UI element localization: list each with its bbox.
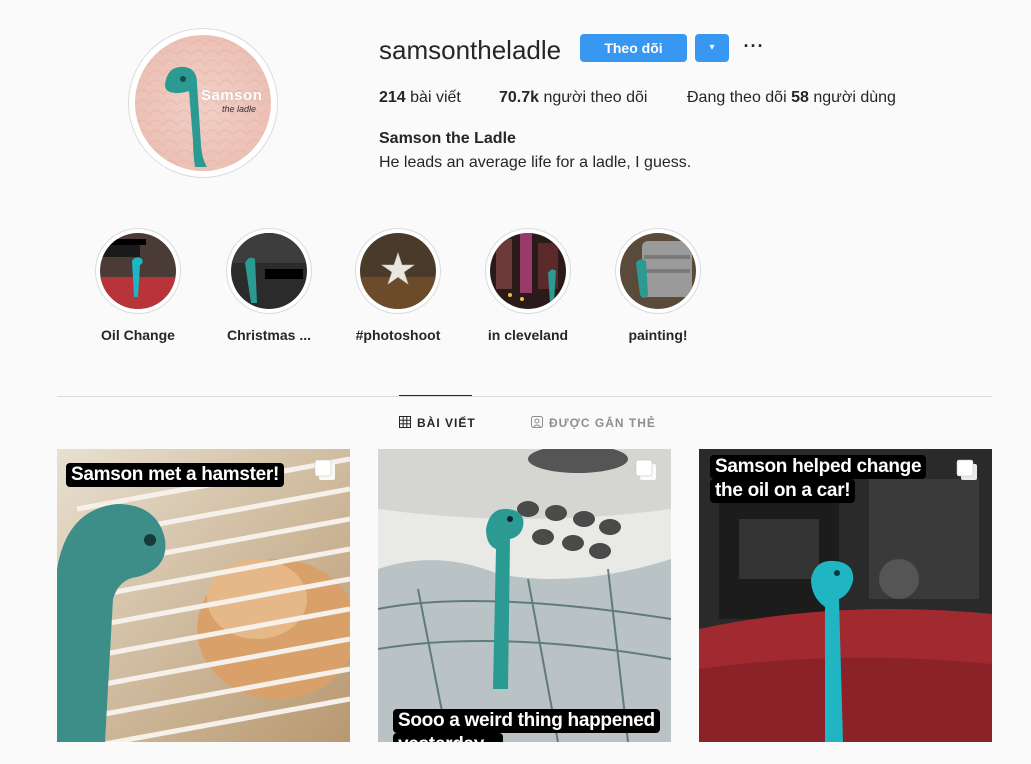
following-suffix: người dùng (813, 89, 896, 106)
followers-label: người theo dõi (543, 89, 648, 106)
tab-tagged[interactable]: ĐƯỢC GẮN THẺ (531, 414, 656, 432)
highlight-ring (355, 228, 441, 314)
full-name: Samson the Ladle (379, 130, 516, 147)
post-caption-line-2: the oil on a car! (710, 479, 856, 503)
tab-posts[interactable]: BÀI VIẾT (399, 414, 476, 432)
tabs-divider (57, 396, 992, 397)
avatar[interactable]: Samson the ladle (135, 35, 271, 171)
follow-button[interactable]: Theo dõi (580, 34, 687, 62)
posts-count-stat: 214 bài viết (379, 88, 461, 108)
carousel-icon (314, 459, 335, 480)
highlight-label: Oil Change (101, 327, 175, 343)
post-tile[interactable]: Samson met a hamster! (57, 449, 350, 742)
highlight-label: painting! (628, 327, 688, 343)
more-icon: ··· (743, 36, 765, 56)
highlight-ring (226, 228, 312, 314)
highlight-label: in cleveland (487, 327, 569, 343)
post-caption: Sooo a weird thing happened (393, 709, 660, 733)
active-tab-indicator (399, 395, 472, 396)
highlight-christmas[interactable]: Christmas ... (199, 228, 339, 344)
highlight-label: #photoshoot (355, 327, 441, 343)
post-caption: Samson helped change (710, 455, 927, 479)
tab-label: ĐƯỢC GẮN THẺ (549, 416, 656, 430)
highlight-painting[interactable]: painting! (588, 228, 728, 344)
carousel-icon (635, 459, 656, 480)
tab-label: BÀI VIẾT (417, 416, 476, 430)
highlight-cleveland[interactable]: in cleveland (458, 228, 598, 344)
grid-icon (399, 416, 411, 428)
highlight-ring (615, 228, 701, 314)
post-tile[interactable]: Sooo a weird thing happened yesterday... (378, 449, 671, 742)
posts-count: 214 (379, 89, 406, 106)
profile-page: Samson the ladle samsontheladle Theo dõi… (0, 0, 1031, 764)
highlight-oil-change[interactable]: Oil Change (68, 228, 208, 344)
more-options-button[interactable]: ··· (742, 34, 766, 62)
following-stat[interactable]: Đang theo dõi 58 người dùng (687, 88, 896, 108)
carousel-icon (956, 459, 977, 480)
posts-label: bài viết (410, 89, 461, 106)
avatar-title: Samson (201, 87, 263, 104)
suggestions-dropdown-button[interactable]: ▾ (695, 34, 729, 62)
post-caption-line-2: yesterday... (393, 733, 503, 742)
highlight-cleveland-thumb (490, 233, 566, 309)
highlight-ring (485, 228, 571, 314)
chevron-down-icon: ▾ (709, 42, 715, 53)
followers-stat[interactable]: 70.7k người theo dõi (499, 88, 647, 108)
post-image (378, 449, 671, 742)
highlight-painting-thumb (620, 233, 696, 309)
highlight-photoshoot[interactable]: #photoshoot (328, 228, 468, 344)
highlight-ring (95, 228, 181, 314)
highlight-oil-change-thumb (100, 233, 176, 309)
following-prefix: Đang theo dõi (687, 89, 787, 106)
username: samsontheladle (379, 35, 562, 65)
highlight-christmas-thumb (231, 233, 307, 309)
bio: He leads an average life for a ladle, I … (379, 154, 692, 171)
following-count: 58 (791, 89, 809, 106)
tagged-icon (531, 416, 543, 428)
followers-count: 70.7k (499, 89, 540, 106)
post-tile[interactable]: Samson helped change the oil on a car! (699, 449, 992, 742)
post-caption: Samson met a hamster! (66, 463, 285, 487)
avatar-subtitle: the ladle (222, 104, 257, 114)
post-image (57, 449, 350, 742)
highlight-photoshoot-thumb (360, 233, 436, 309)
highlight-label: Christmas ... (226, 327, 312, 343)
